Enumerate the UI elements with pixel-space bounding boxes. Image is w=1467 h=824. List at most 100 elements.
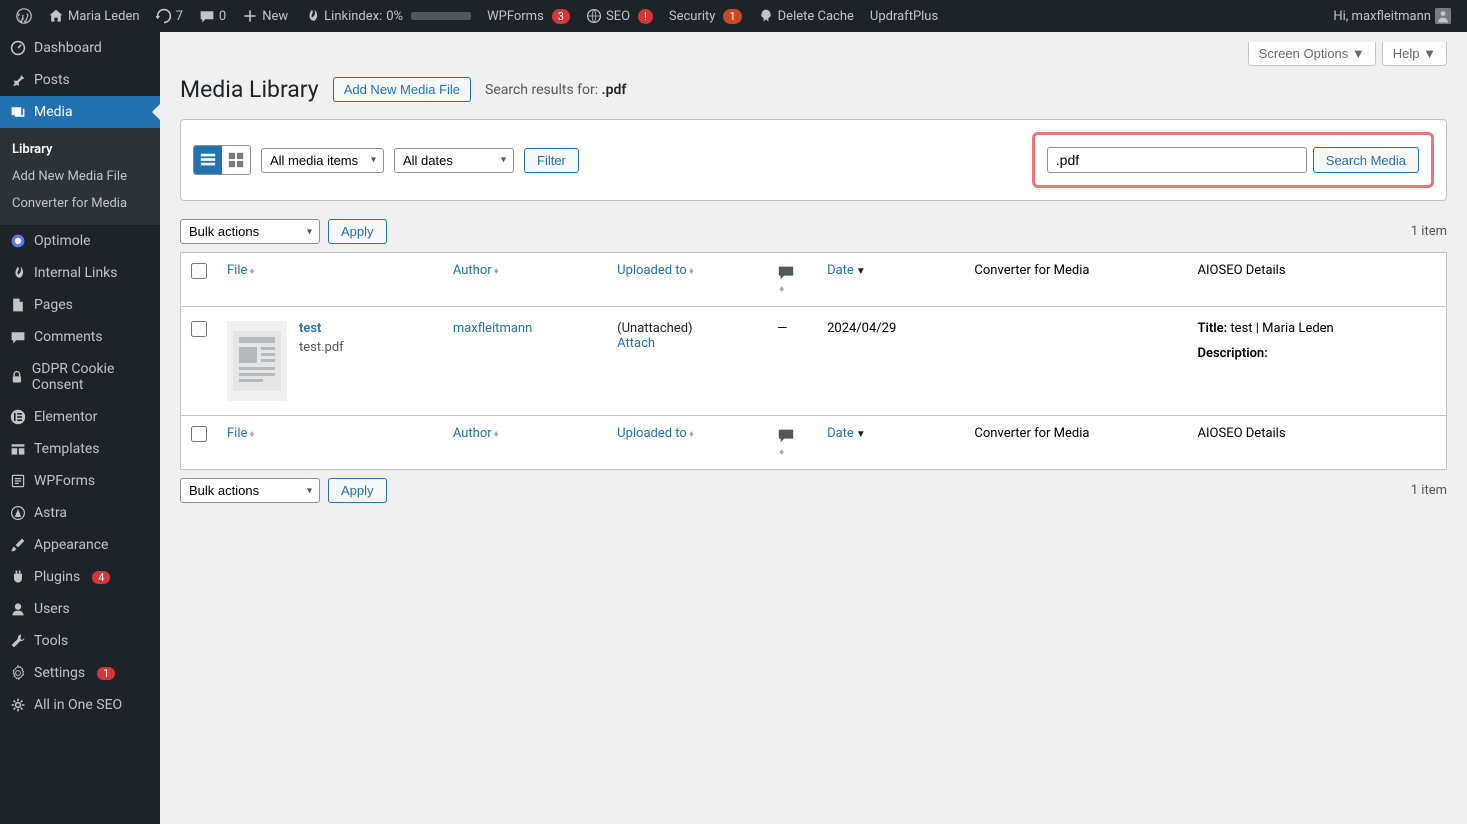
screen-options-button[interactable]: Screen Options ▼ [1248,42,1376,66]
submenu-converter[interactable]: Converter for Media [0,190,160,217]
author-link[interactable]: maxfleitmann [453,321,532,336]
seo-bar[interactable]: SEO ! [578,0,661,32]
security-label: Security [669,9,716,24]
dashboard-icon [10,40,26,56]
sidebar-elementor[interactable]: Elementor [0,401,160,433]
sidebar-plugins[interactable]: Plugins 4 [0,561,160,593]
view-list-button[interactable] [194,146,222,174]
account[interactable]: Hi, maxfleitmann [1325,0,1459,32]
seo-badge: ! [638,9,653,24]
document-icon [233,331,281,391]
col-date[interactable]: Date [827,426,854,441]
linkindex[interactable]: Linkindex: 0% [296,0,479,32]
sidebar-media[interactable]: Media [0,96,160,128]
wpforms-bar[interactable]: WPForms 3 [479,0,578,32]
linkindex-pct: 0% [386,9,403,24]
sidebar-aioseo[interactable]: All in One SEO [0,689,160,721]
sidebar-item-label: Posts [34,72,70,88]
sidebar-item-label: Tools [34,633,68,649]
sort-icon: ▼ [856,429,866,440]
bulk-action-select-bottom[interactable]: Bulk actions [180,478,320,503]
sidebar-users[interactable]: Users [0,593,160,625]
col-date[interactable]: Date [827,263,854,278]
search-button[interactable]: Search Media [1313,147,1419,173]
bulk-actions-bottom: Bulk actions Apply 1 item [160,470,1467,511]
select-all-bottom[interactable] [191,426,207,442]
search-input[interactable] [1047,147,1307,173]
select-all-top[interactable] [191,263,207,279]
col-file[interactable]: File [227,426,247,441]
apply-button-bottom[interactable]: Apply [328,478,387,503]
col-author[interactable]: Author [453,426,492,441]
rocket-icon [758,8,774,24]
avatar-icon [1435,8,1451,24]
sidebar-pages[interactable]: Pages [0,289,160,321]
col-aioseo: AIOSEO Details [1188,416,1447,470]
security-bar[interactable]: Security 1 [661,0,750,32]
updraft-bar[interactable]: UpdraftPlus [862,0,946,32]
wpforms-icon [10,473,26,489]
new-label: New [262,9,288,24]
row-date: 2024/04/29 [817,307,964,416]
sort-icon: ▼ [856,266,866,277]
grid-icon [227,151,245,169]
item-count-top: 1 item [1411,224,1447,239]
help-button[interactable]: Help ▼ [1382,42,1447,66]
comments-col-icon [777,263,795,281]
submenu-add-new[interactable]: Add New Media File [0,163,160,190]
row-converter [964,307,1187,416]
filter-button[interactable]: Filter [524,148,579,173]
sidebar-appearance[interactable]: Appearance [0,529,160,561]
sidebar-item-label: Astra [34,505,67,521]
updates[interactable]: 7 [148,0,191,32]
attach-link[interactable]: Attach [617,336,655,351]
comments-count: 0 [219,9,226,24]
plugin-icon [10,569,26,585]
elementor-icon [10,409,26,425]
site-name[interactable]: Maria Leden [40,0,148,32]
sidebar-internal-links[interactable]: Internal Links [0,257,160,289]
comment-icon [10,329,26,345]
sort-icon: ♦ [249,266,254,277]
templates-icon [10,441,26,457]
sidebar-comments[interactable]: Comments [0,321,160,353]
view-grid-button[interactable] [222,146,250,174]
col-uploaded[interactable]: Uploaded to [617,263,687,278]
col-author[interactable]: Author [453,263,492,278]
updates-icon [156,8,172,24]
sidebar-templates[interactable]: Templates [0,433,160,465]
apply-button-top[interactable]: Apply [328,219,387,244]
sidebar-wpforms[interactable]: WPForms [0,465,160,497]
col-uploaded[interactable]: Uploaded to [617,426,687,441]
sidebar-posts[interactable]: Posts [0,64,160,96]
wp-logo[interactable] [8,0,40,32]
sidebar-tools[interactable]: Tools [0,625,160,657]
bulk-action-select-top[interactable]: Bulk actions [180,219,320,244]
wpforms-badge: 3 [552,9,570,24]
col-converter: Converter for Media [964,416,1187,470]
filter-bar: All media items All dates Filter Search … [180,119,1447,201]
row-comments: — [767,307,817,416]
col-file[interactable]: File [227,263,247,278]
row-checkbox[interactable] [191,321,207,337]
security-badge: 1 [723,9,741,24]
sidebar-dashboard[interactable]: Dashboard [0,32,160,64]
sidebar-item-label: Plugins [34,569,80,585]
media-title-link[interactable]: test [299,321,344,336]
delete-cache-bar[interactable]: Delete Cache [750,0,862,32]
date-select[interactable]: All dates [394,148,514,173]
sidebar-optimole[interactable]: Optimole [0,225,160,257]
comments[interactable]: 0 [191,0,234,32]
bulk-actions-top: Bulk actions Apply 1 item [160,211,1467,252]
sort-icon: ♦ [689,429,694,440]
flame-icon [304,8,320,24]
media-type-select[interactable]: All media items [261,148,384,173]
col-aioseo: AIOSEO Details [1188,253,1447,307]
sidebar-astra[interactable]: Astra [0,497,160,529]
new-content[interactable]: New [234,0,296,32]
sidebar-settings[interactable]: Settings 1 [0,657,160,689]
submenu-library[interactable]: Library [0,136,160,163]
sidebar-item-label: Pages [34,297,73,313]
add-new-button[interactable]: Add New Media File [333,77,471,102]
sidebar-gdpr[interactable]: GDPR Cookie Consent [0,353,160,401]
